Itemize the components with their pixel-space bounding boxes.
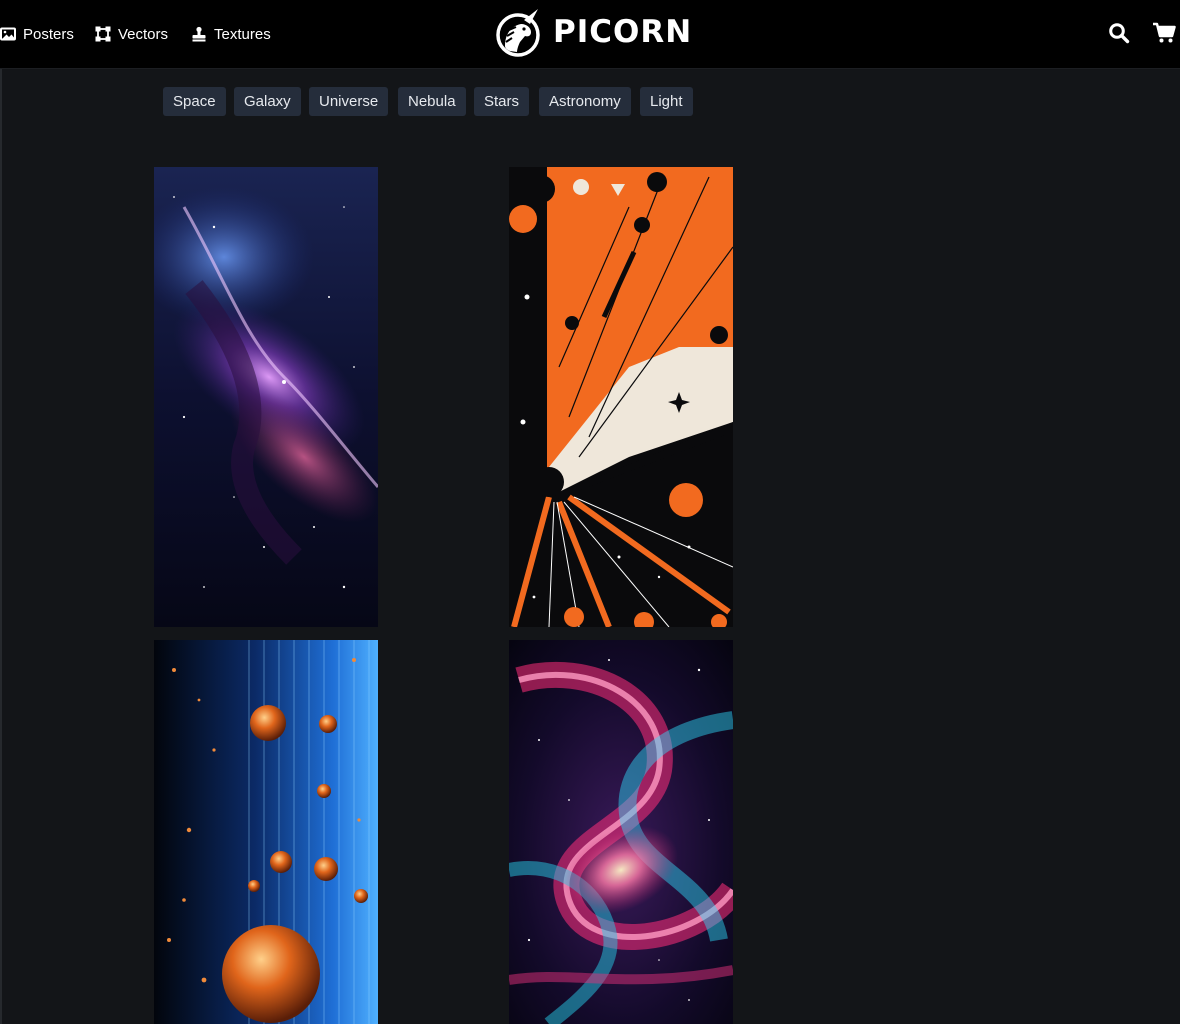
image-icon bbox=[0, 27, 16, 41]
brand-logo[interactable]: PICORN bbox=[493, 6, 692, 58]
gallery-card-nebula[interactable] bbox=[154, 167, 378, 627]
tag-astronomy[interactable]: Astronomy bbox=[539, 87, 631, 116]
tag-galaxy[interactable]: Galaxy bbox=[234, 87, 301, 116]
tag-space[interactable]: Space bbox=[163, 87, 226, 116]
vector-square-icon bbox=[95, 26, 111, 42]
page-left-edge bbox=[0, 0, 2, 1024]
retro-burst-image bbox=[509, 167, 733, 627]
tag-universe[interactable]: Universe bbox=[309, 87, 389, 116]
nav-posters-link[interactable]: Posters bbox=[0, 24, 74, 44]
brand-name: PICORN bbox=[553, 14, 693, 50]
shopping-cart-icon bbox=[1153, 22, 1176, 43]
spheres-image bbox=[154, 640, 378, 1024]
top-navbar: Posters Vectors Textures PICORN bbox=[0, 0, 1180, 69]
unicorn-logo-icon bbox=[496, 9, 540, 57]
cart-button[interactable] bbox=[1152, 22, 1176, 49]
nav-textures-label: Textures bbox=[214, 25, 271, 43]
gallery-card-retro-burst[interactable] bbox=[509, 167, 733, 627]
tag-nebula[interactable]: Nebula bbox=[398, 87, 466, 116]
gallery-card-galaxy[interactable] bbox=[509, 640, 733, 1024]
search-button[interactable] bbox=[1108, 22, 1130, 49]
nebula-image bbox=[154, 167, 378, 627]
tag-light[interactable]: Light bbox=[640, 87, 693, 116]
stamp-icon bbox=[192, 26, 206, 42]
nav-textures-link[interactable]: Textures bbox=[191, 24, 271, 44]
tag-stars[interactable]: Stars bbox=[474, 87, 530, 116]
search-icon bbox=[1109, 23, 1130, 44]
nav-vectors-link[interactable]: Vectors bbox=[95, 24, 168, 44]
gallery-card-spheres[interactable] bbox=[154, 640, 378, 1024]
galaxy-image bbox=[509, 640, 733, 1024]
nav-vectors-label: Vectors bbox=[118, 25, 169, 43]
nav-posters-label: Posters bbox=[23, 25, 74, 43]
